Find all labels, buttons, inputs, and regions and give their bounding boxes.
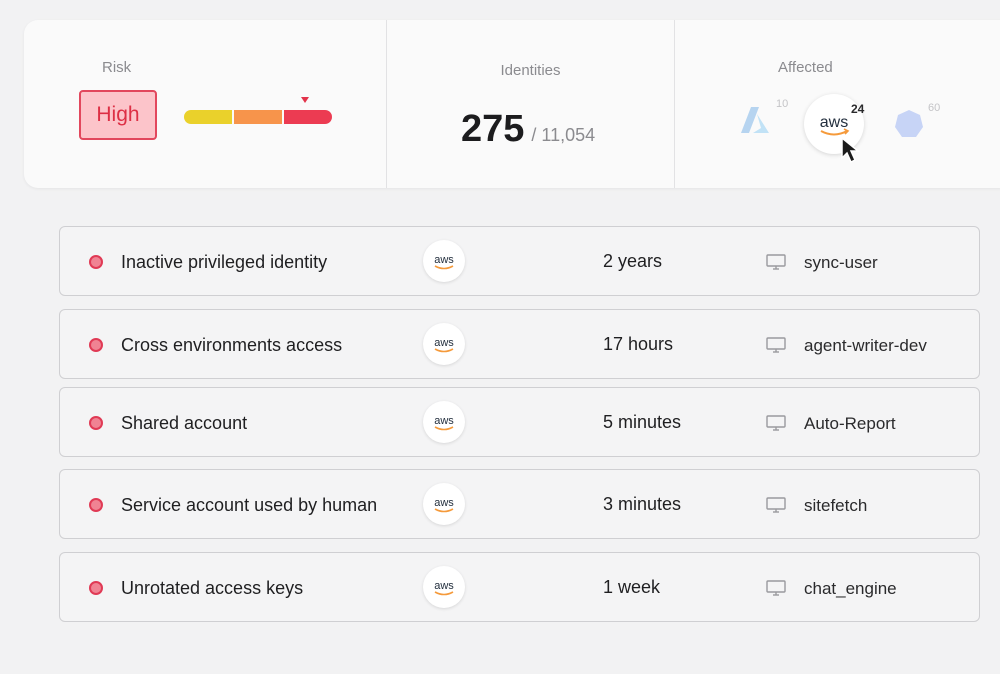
aws-logo: aws [434, 254, 454, 270]
aws-logo: aws [434, 337, 454, 353]
risk-meter-high-segment [284, 110, 332, 124]
azure-count: 10 [776, 98, 789, 110]
finding-row[interactable]: Unrotated access keys aws 1 week chat_en… [59, 552, 980, 622]
aws-logo-badge: aws [423, 323, 465, 365]
finding-row[interactable]: Inactive privileged identity aws 2 years… [59, 226, 980, 296]
severity-dot-icon [89, 338, 103, 352]
identities-label: Identities [500, 62, 561, 79]
svg-text:aws: aws [434, 415, 454, 427]
svg-text:aws: aws [434, 254, 454, 266]
risk-meter-medium-segment [234, 110, 282, 124]
azure-icon[interactable] [739, 104, 771, 136]
svg-text:aws: aws [820, 114, 848, 131]
severity-dot-icon [89, 581, 103, 595]
mouse-cursor-icon [841, 136, 861, 164]
finding-row[interactable]: Shared account aws 5 minutes Auto-Report [59, 387, 980, 457]
risk-label: Risk [102, 59, 132, 76]
finding-title: Cross environments access [121, 335, 343, 355]
svg-text:aws: aws [434, 497, 454, 509]
aws-logo-badge: aws [423, 240, 465, 282]
affected-label: Affected [778, 59, 833, 76]
identities-count: 275 [461, 108, 525, 150]
svg-text:aws: aws [434, 337, 454, 349]
severity-dot-icon [89, 498, 103, 512]
finding-title: Inactive privileged identity [121, 252, 328, 272]
severity-dot-icon [89, 255, 103, 269]
finding-row[interactable]: Service account used by human aws 3 minu… [59, 469, 980, 539]
finding-duration: 1 week [603, 577, 661, 597]
affected-panel: Affected 10 aws 24 60 [675, 20, 1000, 188]
monitor-icon [766, 497, 786, 513]
aws-logo: aws [434, 580, 454, 596]
kubernetes-count: 60 [928, 102, 941, 114]
identities-value: 275 / 11,054 [461, 108, 595, 151]
aws-logo: aws [434, 497, 454, 513]
finding-host[interactable]: sync-user [804, 253, 878, 273]
identities-total: / 11,054 [531, 125, 596, 145]
risk-meter-low-segment [184, 110, 232, 124]
risk-meter [184, 110, 332, 124]
finding-duration: 2 years [603, 251, 663, 271]
finding-duration: 5 minutes [603, 412, 682, 432]
severity-dot-icon [89, 416, 103, 430]
finding-duration: 17 hours [603, 334, 674, 354]
risk-panel: Risk High [24, 20, 387, 188]
finding-host[interactable]: Auto-Report [804, 414, 896, 434]
finding-title: Service account used by human [121, 495, 378, 515]
monitor-icon [766, 337, 786, 353]
risk-marker-icon [301, 97, 309, 103]
finding-host[interactable]: sitefetch [804, 496, 867, 516]
finding-title: Shared account [121, 413, 248, 433]
finding-title: Unrotated access keys [121, 578, 304, 598]
aws-count: 24 [851, 102, 865, 116]
finding-host[interactable]: chat_engine [804, 579, 897, 599]
finding-row[interactable]: Cross environments access aws 17 hours a… [59, 309, 980, 379]
monitor-icon [766, 254, 786, 270]
aws-logo-badge: aws [423, 483, 465, 525]
finding-duration: 3 minutes [603, 494, 682, 514]
aws-logo-badge: aws [423, 401, 465, 443]
risk-level-badge: High [79, 90, 157, 140]
monitor-icon [766, 580, 786, 596]
aws-logo: aws [434, 415, 454, 431]
svg-text:aws: aws [434, 580, 454, 592]
finding-host[interactable]: agent-writer-dev [804, 336, 927, 356]
identities-panel[interactable]: Identities 275 / 11,054 [387, 20, 675, 188]
kubernetes-icon[interactable] [893, 108, 925, 140]
aws-logo-badge: aws [423, 566, 465, 608]
monitor-icon [766, 415, 786, 431]
